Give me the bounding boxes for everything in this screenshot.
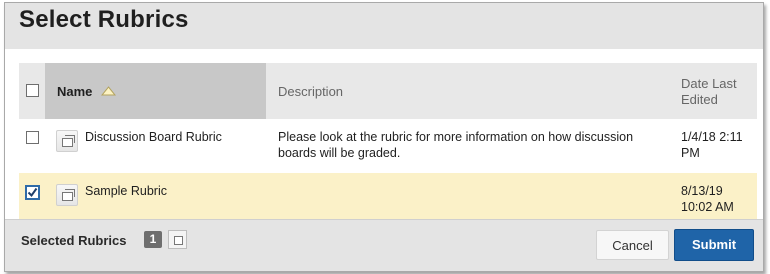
selected-count-badge: 1 bbox=[144, 231, 162, 248]
rubric-name[interactable]: Discussion Board Rubric bbox=[85, 129, 222, 145]
rubric-date-line1: 1/4/18 2:11 bbox=[681, 130, 743, 144]
cancel-button[interactable]: Cancel bbox=[596, 230, 669, 260]
row-checkbox-checked[interactable] bbox=[25, 185, 40, 200]
rubric-name[interactable]: Sample Rubric bbox=[85, 183, 167, 199]
submit-button[interactable]: Submit bbox=[674, 229, 754, 261]
column-header-name[interactable]: Name bbox=[45, 63, 266, 119]
rubric-date-line2: 10:02 AM bbox=[681, 200, 734, 214]
column-header-name-label: Name bbox=[57, 84, 93, 99]
select-rubrics-dialog: Select Rubrics Name Description Date Las… bbox=[4, 2, 764, 272]
rubric-date-line1: 8/13/19 bbox=[681, 184, 723, 198]
open-window-icon[interactable] bbox=[56, 184, 78, 206]
dialog-footer: Selected Rubrics 1 Cancel Submit bbox=[5, 219, 763, 271]
dialog-content: Name Description Date Last Edited Discus… bbox=[5, 49, 763, 219]
rubric-description-line2: boards will be graded. bbox=[278, 146, 401, 160]
table-row: Sample Rubric 8/13/19 10:02 AM bbox=[19, 173, 757, 219]
column-header-description[interactable]: Description bbox=[278, 84, 343, 99]
table-header-row: Name Description Date Last Edited bbox=[19, 63, 757, 119]
expand-selection-icon[interactable] bbox=[168, 230, 187, 249]
rubric-date-line2: PM bbox=[681, 146, 700, 160]
rubric-description-line1: Please look at the rubric for more infor… bbox=[278, 130, 634, 144]
table-row: Discussion Board Rubric Please look at t… bbox=[19, 119, 757, 173]
checkmark-icon bbox=[27, 187, 38, 198]
row-checkbox[interactable] bbox=[26, 131, 39, 144]
open-window-icon[interactable] bbox=[56, 130, 78, 152]
selected-rubrics-label: Selected Rubrics bbox=[21, 233, 127, 248]
column-header-date-last-edited[interactable]: Date Last Edited bbox=[681, 76, 751, 108]
select-all-checkbox[interactable] bbox=[26, 84, 39, 97]
sort-ascending-icon bbox=[101, 86, 116, 96]
dialog-title: Select Rubrics bbox=[19, 6, 189, 33]
